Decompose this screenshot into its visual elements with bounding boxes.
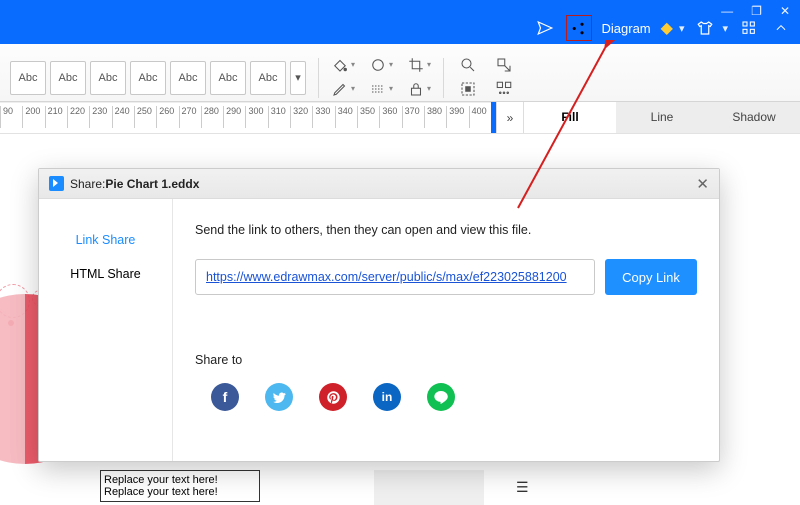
collapse-ribbon-icon[interactable]	[770, 17, 792, 39]
ruler-tick: 330	[312, 106, 334, 128]
ribbon: Abc Abc Abc Abc Abc Abc Abc ▾ ▾ ▾ ▾ ▾ ▾ …	[0, 44, 800, 102]
ruler-tick: 270	[179, 106, 201, 128]
ruler-tick: 360	[379, 106, 401, 128]
crop-icon[interactable]: ▾	[407, 54, 431, 76]
style-preset[interactable]: Abc	[250, 61, 286, 95]
lock-icon[interactable]: ▾	[407, 78, 431, 100]
shirt-dropdown-caret[interactable]: ▾	[722, 22, 728, 35]
ruler-tick: 310	[268, 106, 290, 128]
twitter-icon[interactable]	[265, 383, 293, 411]
style-gallery-more[interactable]: ▾	[290, 61, 306, 95]
apps-grid-icon[interactable]	[738, 17, 760, 39]
style-preset[interactable]: Abc	[50, 61, 86, 95]
pinterest-icon[interactable]	[319, 383, 347, 411]
ruler-tick: 250	[134, 106, 156, 128]
ruler-tick: 350	[357, 106, 379, 128]
shirt-icon[interactable]	[694, 17, 716, 39]
grey-shape[interactable]	[374, 470, 484, 505]
style-preset[interactable]: Abc	[10, 61, 46, 95]
ruler-tick: 280	[201, 106, 223, 128]
social-buttons: f in	[195, 383, 697, 411]
replace-icon[interactable]	[492, 54, 516, 76]
collapse-panel-button[interactable]: »	[496, 102, 524, 133]
ruler-tick: 390	[446, 106, 468, 128]
ruler-tick: 210	[45, 106, 67, 128]
linkedin-icon[interactable]: in	[373, 383, 401, 411]
minimize-button[interactable]: —	[721, 4, 733, 18]
diamond-icon[interactable]: ◆	[661, 18, 673, 38]
title-bar-tools: Diagram ◆ ▾ ▾	[534, 15, 793, 41]
share-content: Send the link to others, then they can o…	[173, 199, 719, 461]
ruler-tick: 340	[335, 106, 357, 128]
app-mini-icon	[49, 176, 64, 191]
ruler-tick: 380	[424, 106, 446, 128]
style-preset[interactable]: Abc	[170, 61, 206, 95]
close-window-button[interactable]: ✕	[780, 4, 790, 18]
ruler-tick: 90	[0, 106, 22, 128]
ruler-tick: 260	[156, 106, 178, 128]
dialog-title-prefix: Share:	[70, 177, 105, 191]
link-share-tab[interactable]: Link Share	[39, 223, 172, 257]
ribbon-separator	[443, 58, 444, 98]
ruler-tick: 290	[223, 106, 245, 128]
view-tools	[456, 54, 516, 100]
share-mode-list: Link Share HTML Share	[39, 199, 173, 461]
share-link-field[interactable]: https://www.edrawmax.com/server/public/s…	[195, 259, 595, 295]
side-panel-tabs: Fill Line Shadow	[524, 102, 800, 133]
ruler-tick: 400	[469, 106, 491, 128]
send-icon[interactable]	[534, 17, 556, 39]
circle-shape-icon[interactable]: ▾	[369, 54, 393, 76]
facebook-icon[interactable]: f	[211, 383, 239, 411]
window-controls: — ❐ ✕	[721, 4, 790, 18]
ruler-tick: 240	[112, 106, 134, 128]
share-dialog-body: Link Share HTML Share Send the link to o…	[39, 199, 719, 461]
restore-button[interactable]: ❐	[751, 4, 762, 18]
style-gallery[interactable]: Abc Abc Abc Abc Abc Abc Abc ▾	[10, 61, 306, 95]
mid-row: 9020021022023024025026027028029030031032…	[0, 102, 800, 134]
style-preset[interactable]: Abc	[90, 61, 126, 95]
diagram-label[interactable]: Diagram	[602, 21, 651, 36]
share-icon[interactable]	[566, 15, 592, 41]
title-bar: — ❐ ✕ Diagram ◆ ▾ ▾	[0, 0, 800, 44]
dialog-title-file: Pie Chart 1.eddx	[105, 177, 199, 191]
close-icon[interactable]: ✕	[696, 175, 709, 193]
align-icon[interactable]: ☰	[516, 479, 529, 496]
select-all-icon[interactable]	[456, 78, 480, 100]
shape-tools: ▾ ▾ ▾ ▾ ▾ ▾	[331, 54, 431, 100]
ribbon-separator	[318, 58, 319, 98]
diagram-dropdown-caret[interactable]: ▾	[679, 22, 685, 35]
search-icon[interactable]	[456, 54, 480, 76]
style-preset[interactable]: Abc	[210, 61, 246, 95]
ruler-tick: 320	[290, 106, 312, 128]
ruler-tick: 300	[245, 106, 267, 128]
pencil-icon[interactable]: ▾	[331, 78, 355, 100]
tab-shadow[interactable]: Shadow	[708, 102, 800, 133]
link-row: https://www.edrawmax.com/server/public/s…	[195, 259, 697, 295]
style-preset[interactable]: Abc	[130, 61, 166, 95]
ruler-tick: 200	[22, 106, 44, 128]
share-instruction: Send the link to others, then they can o…	[195, 223, 697, 237]
line-icon[interactable]	[427, 383, 455, 411]
tab-fill[interactable]: Fill	[524, 102, 616, 133]
placeholder-line: Replace your text here!	[104, 486, 256, 498]
html-share-tab[interactable]: HTML Share	[39, 257, 172, 291]
text-placeholder-box[interactable]: Replace your text here! Replace your tex…	[100, 470, 260, 502]
share-dialog-header: Share: Pie Chart 1.eddx ✕	[39, 169, 719, 199]
ruler-tick: 370	[402, 106, 424, 128]
copy-link-button[interactable]: Copy Link	[605, 259, 697, 295]
components-icon[interactable]	[492, 78, 516, 100]
ruler-tick: 220	[67, 106, 89, 128]
tab-line[interactable]: Line	[616, 102, 708, 133]
share-to-label: Share to	[195, 353, 697, 367]
ruler-tick: 230	[89, 106, 111, 128]
line-style-icon[interactable]: ▾	[369, 78, 393, 100]
fill-bucket-icon[interactable]: ▾	[331, 54, 355, 76]
placeholder-line: Replace your text here!	[104, 474, 256, 486]
share-dialog: Share: Pie Chart 1.eddx ✕ Link Share HTM…	[38, 168, 720, 462]
horizontal-ruler: 9020021022023024025026027028029030031032…	[0, 102, 491, 133]
